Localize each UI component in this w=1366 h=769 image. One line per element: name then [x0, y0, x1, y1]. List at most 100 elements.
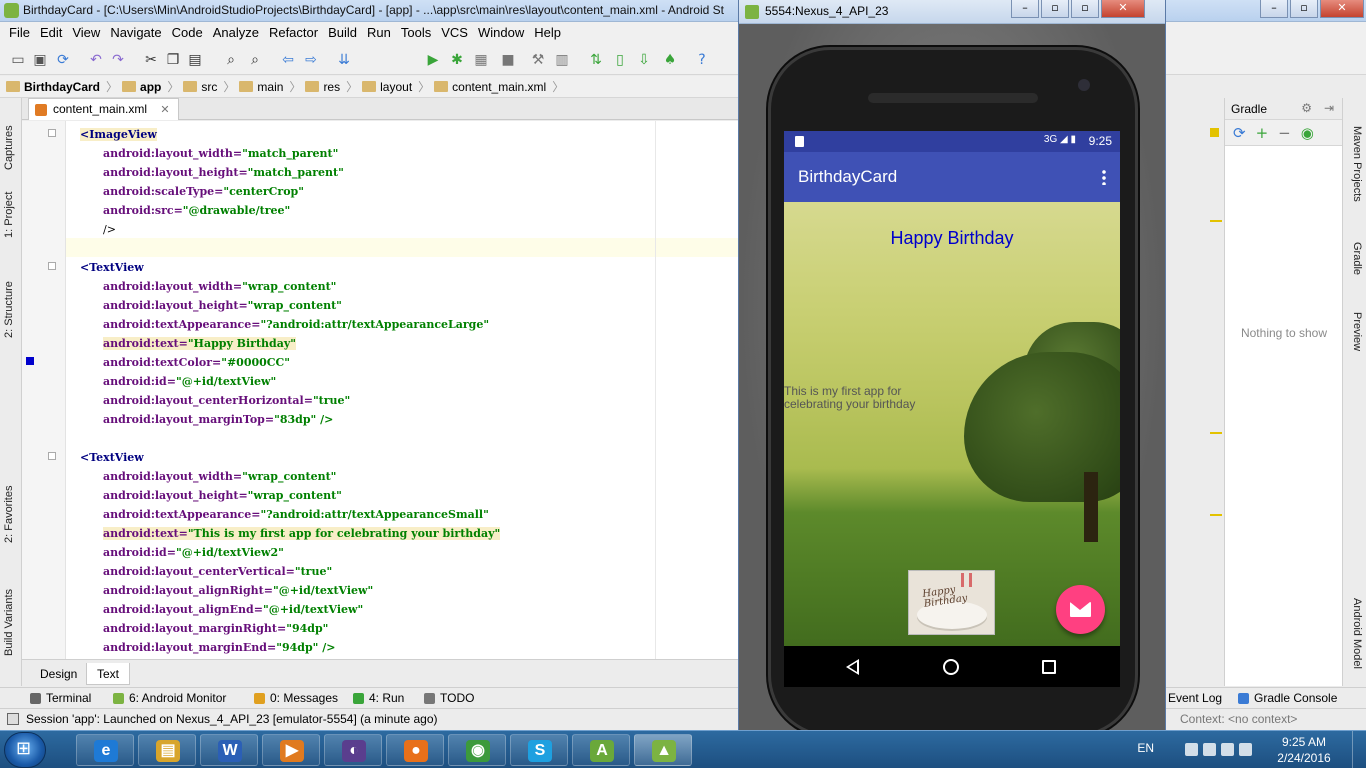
- language-indicator[interactable]: EN: [1137, 741, 1154, 755]
- menu-item-file[interactable]: File: [4, 25, 35, 40]
- run-icon[interactable]: ▶: [425, 52, 441, 68]
- replace-icon[interactable]: ⌕: [247, 52, 263, 68]
- breadcrumb-item[interactable]: content_main.xml 〉: [434, 78, 564, 95]
- recents-nav-icon[interactable]: [1042, 660, 1056, 674]
- menu-item-vcs[interactable]: VCS: [436, 25, 473, 40]
- paste-icon[interactable]: ▤: [187, 52, 203, 68]
- debug-icon[interactable]: ✱: [449, 52, 465, 68]
- cut-icon[interactable]: ✂: [143, 52, 159, 68]
- menu-item-run[interactable]: Run: [362, 25, 396, 40]
- emulator-close-button[interactable]: ✕: [1101, 0, 1145, 18]
- tab-content-main-xml[interactable]: content_main.xml ✕: [28, 98, 179, 120]
- overflow-menu-icon[interactable]: [1102, 169, 1106, 185]
- taskbar-android-studio[interactable]: A: [572, 734, 630, 766]
- sdk-manager-icon[interactable]: ⇩: [636, 52, 652, 68]
- sync-gradle-icon[interactable]: ⇅: [588, 52, 604, 68]
- gear-icon[interactable]: ⚙: [1301, 101, 1312, 115]
- tray-network-icon[interactable]: [1203, 743, 1216, 756]
- tool-preview[interactable]: Preview: [1351, 312, 1363, 351]
- layout-icon[interactable]: ▥: [554, 52, 570, 68]
- taskbar-eclipse[interactable]: ◐: [324, 734, 382, 766]
- android-device-monitor-icon[interactable]: ♠: [662, 52, 678, 68]
- redo-icon[interactable]: ↷: [110, 52, 126, 68]
- emulator-extra-button[interactable]: ▫: [1071, 0, 1099, 18]
- tool-gradle[interactable]: Gradle: [1351, 242, 1363, 275]
- taskbar-media-player[interactable]: ▶: [262, 734, 320, 766]
- make-project-icon[interactable]: ⇊: [336, 52, 352, 68]
- refresh-icon[interactable]: ⟳: [1233, 124, 1246, 142]
- forward-icon[interactable]: ⇨: [303, 52, 319, 68]
- tab-text[interactable]: Text: [86, 663, 131, 685]
- menu-item-refactor[interactable]: Refactor: [264, 25, 323, 40]
- taskbar-firefox[interactable]: ●: [386, 734, 444, 766]
- tool-project[interactable]: 1: Project: [3, 192, 15, 238]
- menu-item-window[interactable]: Window: [473, 25, 529, 40]
- taskbar-windows-explorer[interactable]: ▤: [138, 734, 196, 766]
- sync-icon[interactable]: ⟳: [55, 52, 71, 68]
- tool-favorites[interactable]: 2: Favorites: [3, 486, 15, 543]
- add-icon[interactable]: +: [1256, 124, 1269, 142]
- code-editor[interactable]: <ImageView android:layout_width="match_pa…: [22, 121, 740, 659]
- attach-debugger-icon[interactable]: ▦: [473, 52, 489, 68]
- tool-todo[interactable]: TODO: [424, 691, 474, 705]
- stop-icon[interactable]: ■: [500, 52, 516, 68]
- tool-run[interactable]: 4: Run: [353, 691, 404, 705]
- show-desktop-button[interactable]: [1352, 731, 1366, 769]
- tool-terminal[interactable]: Terminal: [30, 691, 91, 705]
- back-icon[interactable]: ⇦: [280, 52, 296, 68]
- taskbar-word[interactable]: W: [200, 734, 258, 766]
- device-screen[interactable]: 3G ◢ ▮ 9:25 BirthdayCard Happy Birthday …: [784, 131, 1120, 687]
- toggle-tool-windows-icon[interactable]: [7, 713, 19, 725]
- close-button[interactable]: ✕: [1320, 0, 1364, 18]
- taskbar-android-emulator[interactable]: ▲: [634, 734, 692, 766]
- project-structure-icon[interactable]: ⚒: [530, 52, 546, 68]
- undo-icon[interactable]: ↶: [88, 52, 104, 68]
- tool-captures[interactable]: Captures: [3, 125, 15, 170]
- tray-clock[interactable]: 9:25 AM 2/24/2016: [1264, 734, 1344, 766]
- breadcrumb-item[interactable]: src 〉: [183, 78, 235, 95]
- menu-item-navigate[interactable]: Navigate: [105, 25, 166, 40]
- close-icon[interactable]: ✕: [160, 104, 169, 116]
- breadcrumb-item[interactable]: BirthdayCard 〉: [6, 78, 118, 95]
- tool-messages[interactable]: 0: Messages: [254, 691, 338, 705]
- find-icon[interactable]: ⌕: [223, 52, 239, 68]
- maximize-button[interactable]: ▫: [1290, 0, 1318, 18]
- fold-toggle-icon[interactable]: [48, 129, 56, 137]
- breadcrumb-item[interactable]: res 〉: [305, 78, 358, 95]
- help-icon[interactable]: ?: [694, 52, 710, 68]
- hide-panel-icon[interactable]: ⇥: [1324, 101, 1334, 115]
- execute-task-icon[interactable]: ◉: [1301, 124, 1314, 142]
- email-fab-button[interactable]: [1056, 585, 1105, 634]
- avd-manager-icon[interactable]: ▯: [612, 52, 628, 68]
- breadcrumb-item[interactable]: main 〉: [239, 78, 301, 95]
- start-button[interactable]: [4, 732, 46, 768]
- menu-item-edit[interactable]: Edit: [35, 25, 67, 40]
- minimize-button[interactable]: –: [1260, 0, 1288, 18]
- menu-item-view[interactable]: View: [67, 25, 105, 40]
- home-nav-icon[interactable]: [943, 659, 959, 675]
- fold-toggle-icon[interactable]: [48, 262, 56, 270]
- remove-icon[interactable]: −: [1278, 124, 1291, 142]
- tool-build-variants[interactable]: Build Variants: [3, 589, 15, 656]
- back-nav-icon[interactable]: [846, 659, 859, 675]
- menu-item-code[interactable]: Code: [167, 25, 208, 40]
- tab-design[interactable]: Design: [30, 663, 87, 685]
- breadcrumb-item[interactable]: layout 〉: [362, 78, 430, 95]
- emulator-minimize-button[interactable]: –: [1011, 0, 1039, 18]
- menu-item-analyze[interactable]: Analyze: [208, 25, 264, 40]
- taskbar-chrome[interactable]: ◉: [448, 734, 506, 766]
- taskbar-internet-explorer[interactable]: e: [76, 734, 134, 766]
- emulator-restore-button[interactable]: ▫: [1041, 0, 1069, 18]
- taskbar-skype[interactable]: S: [510, 734, 568, 766]
- open-folder-icon[interactable]: ▭: [10, 52, 26, 68]
- copy-icon[interactable]: ❐: [165, 52, 181, 68]
- tool-gradle-console[interactable]: Gradle Console: [1238, 691, 1337, 705]
- tool-structure[interactable]: 2: Structure: [3, 281, 15, 338]
- save-all-icon[interactable]: ▣: [32, 52, 48, 68]
- tool-android-model[interactable]: Android Model: [1351, 598, 1363, 669]
- breadcrumb-item[interactable]: app 〉: [122, 78, 179, 95]
- tool-maven-projects[interactable]: Maven Projects: [1351, 126, 1363, 202]
- menu-item-help[interactable]: Help: [529, 25, 566, 40]
- tray-volume-icon[interactable]: [1239, 743, 1252, 756]
- tool-android-monitor[interactable]: 6: Android Monitor: [113, 691, 226, 705]
